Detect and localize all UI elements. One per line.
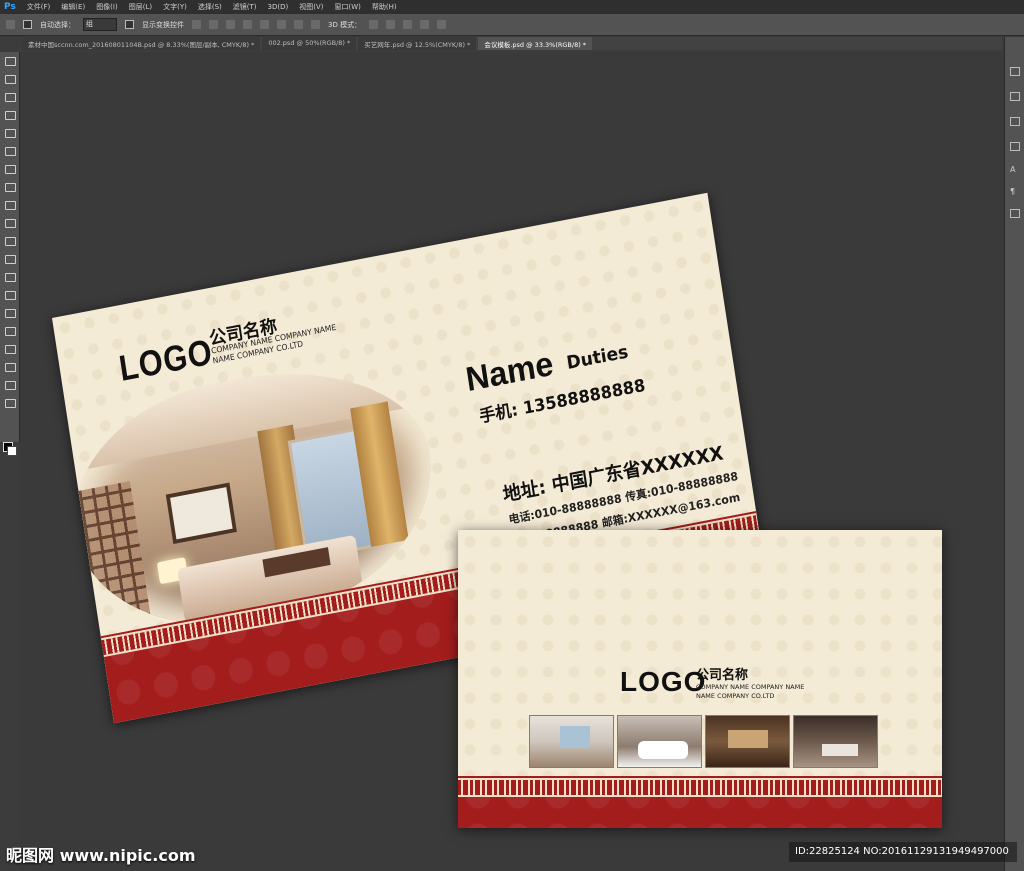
eraser-icon[interactable] <box>4 236 16 247</box>
lasso-icon[interactable] <box>4 92 16 103</box>
thumbnail-staff <box>617 715 702 768</box>
distribute-icon[interactable] <box>294 20 303 29</box>
thumbnail-lobby <box>705 715 790 768</box>
image-id-watermark: ID:22825124 NO:20161129131949497000 <box>789 842 1017 862</box>
clone-stamp-icon[interactable] <box>4 200 16 211</box>
business-card-back: LOGO 公司名称 COMPANY NAME COMPANY NAME NAME… <box>458 530 942 828</box>
card-back-company-name-en-line2: NAME COMPANY CO.LTD <box>696 692 775 700</box>
align-middle-icon[interactable] <box>209 20 218 29</box>
eyedropper-icon[interactable] <box>4 146 16 157</box>
3d-slide-icon[interactable] <box>420 20 430 29</box>
photo-thumbnails <box>529 715 878 768</box>
options-bar: 自动选择： 组 显示变换控件 3D 模式： <box>0 14 1024 36</box>
red-fret-band-back <box>458 776 942 828</box>
properties-panel-icon[interactable] <box>1010 209 1020 218</box>
3d-rotate-icon[interactable] <box>369 20 379 29</box>
align-left-icon[interactable] <box>243 20 252 29</box>
character-panel-icon[interactable]: A <box>1010 165 1015 174</box>
card-back-company-name-en-line1: COMPANY NAME COMPANY NAME <box>696 683 805 691</box>
type-icon[interactable] <box>4 326 16 337</box>
shape-icon[interactable] <box>4 362 16 373</box>
menu-help[interactable]: 帮助(H) <box>372 2 397 12</box>
thumbnail-suite <box>793 715 878 768</box>
document-canvas[interactable]: LOGO 公司名称 COMPANY NAME COMPANY NAME NAME… <box>20 52 1004 871</box>
menu-image[interactable]: 图像(I) <box>96 2 118 12</box>
auto-select-checkbox[interactable] <box>23 20 32 29</box>
menu-edit[interactable]: 编辑(E) <box>61 2 85 12</box>
quick-select-icon[interactable] <box>4 110 16 121</box>
healing-brush-icon[interactable] <box>4 164 16 175</box>
hand-icon[interactable] <box>4 380 16 391</box>
crop-icon[interactable] <box>4 128 16 139</box>
show-transform-label: 显示变换控件 <box>142 20 184 29</box>
align-center-icon[interactable] <box>260 20 269 29</box>
photoshop-logo-icon: Ps <box>4 2 16 12</box>
background-color-swatch[interactable] <box>7 446 17 456</box>
fret-border-back <box>458 778 942 797</box>
pen-icon[interactable] <box>4 308 16 319</box>
document-tabs: 素材中国sccnn.com_20160801104B.psd @ 8.33%(图… <box>22 37 1002 50</box>
panel-dock: A ¶ <box>1004 37 1024 871</box>
menu-select[interactable]: 选择(S) <box>198 2 222 12</box>
3d-roll-icon[interactable] <box>386 20 396 29</box>
menu-file[interactable]: 文件(F) <box>27 2 51 12</box>
align-right-icon[interactable] <box>277 20 286 29</box>
channels-panel-icon[interactable] <box>1010 117 1020 126</box>
card-back-company-name-cn: 公司名称 <box>696 668 749 683</box>
path-select-icon[interactable] <box>4 344 16 355</box>
card-back-logo: LOGO <box>620 666 707 697</box>
layers-panel-icon[interactable] <box>1010 92 1020 101</box>
dodge-icon[interactable] <box>4 290 16 301</box>
brush-icon[interactable] <box>4 182 16 193</box>
thumbnail-living-room <box>529 715 614 768</box>
menu-layer[interactable]: 图层(L) <box>129 2 152 12</box>
gradient-icon[interactable] <box>4 254 16 265</box>
menu-view[interactable]: 视图(V) <box>299 2 323 12</box>
marquee-icon[interactable] <box>4 74 16 85</box>
paths-panel-icon[interactable] <box>1010 142 1020 151</box>
show-transform-checkbox[interactable] <box>125 20 134 29</box>
menu-3d[interactable]: 3D(D) <box>268 3 289 11</box>
history-panel-icon[interactable] <box>1010 67 1020 76</box>
menu-window[interactable]: 窗口(W) <box>334 2 360 12</box>
tools-panel <box>0 52 20 456</box>
history-brush-icon[interactable] <box>4 218 16 229</box>
auto-select-label: 自动选择： <box>40 20 75 29</box>
tab-document-2[interactable]: 002.psd @ 50%(RGB/8) * <box>262 37 357 50</box>
tab-document-4[interactable]: 会议模板.psd @ 33.3%(RGB/8) * <box>478 37 593 50</box>
tab-document-1[interactable]: 素材中国sccnn.com_20160801104B.psd @ 8.33%(图… <box>22 37 261 50</box>
move-icon[interactable] <box>4 56 16 67</box>
align-top-icon[interactable] <box>192 20 201 29</box>
align-bottom-icon[interactable] <box>226 20 235 29</box>
distribute-h-icon[interactable] <box>311 20 320 29</box>
paragraph-panel-icon[interactable]: ¶ <box>1010 187 1015 196</box>
move-tool-icon[interactable] <box>6 20 15 29</box>
3d-mode-label: 3D 模式： <box>328 20 362 29</box>
zoom-icon[interactable] <box>4 398 16 409</box>
3d-pan-icon[interactable] <box>403 20 413 29</box>
3d-scale-icon[interactable] <box>437 20 447 29</box>
tab-document-3[interactable]: 买艺网年.psd @ 12.5%(CMYK/8) * <box>358 37 477 50</box>
menu-filter[interactable]: 滤镜(T) <box>233 2 257 12</box>
blur-icon[interactable] <box>4 272 16 283</box>
menu-type[interactable]: 文字(Y) <box>163 2 187 12</box>
menu-bar: Ps 文件(F) 编辑(E) 图像(I) 图层(L) 文字(Y) 选择(S) 滤… <box>0 0 1024 14</box>
site-watermark: 昵图网 www.nipic.com <box>6 846 196 865</box>
auto-select-dropdown[interactable]: 组 <box>83 18 117 31</box>
